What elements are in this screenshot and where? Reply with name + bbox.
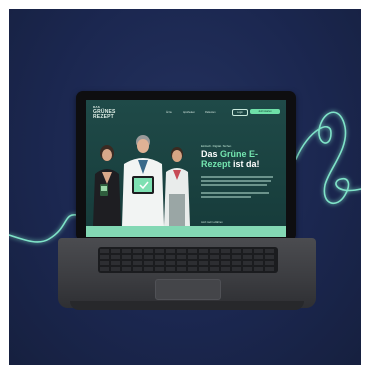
hero-text-line: [201, 192, 269, 194]
headline-pre: Das: [201, 149, 221, 159]
login-button[interactable]: Login: [232, 109, 248, 116]
key-row: [100, 249, 276, 253]
hero-text-line: [201, 180, 271, 182]
laptop-screen: DAS GRÜNES REZEPT Ärzte Apotheken Patien…: [86, 100, 286, 237]
hero-cta-link[interactable]: Jetzt mehr erfahren: [201, 221, 223, 224]
nav-link-patienten[interactable]: Patienten: [205, 111, 216, 114]
nav-link-aerzte[interactable]: Ärzte: [166, 111, 172, 114]
site-navbar: DAS GRÜNES REZEPT Ärzte Apotheken Patien…: [86, 100, 286, 126]
person-pharmacist-left: [93, 145, 121, 226]
nav-link-apotheken[interactable]: Apotheken: [183, 111, 195, 114]
person-doctor-center: [122, 135, 164, 226]
site-logo[interactable]: DAS GRÜNES REZEPT: [93, 105, 116, 120]
headline-post: ist da!: [230, 159, 260, 169]
person-nurse-right: [164, 147, 190, 226]
hero-eyebrow: Einfach. Digital. Sicher.: [201, 144, 232, 148]
hero-text-line: [201, 176, 273, 178]
start-button[interactable]: Jetzt starten: [250, 109, 280, 114]
laptop-base-front: [70, 301, 304, 310]
product-image: DAS GRÜNES REZEPT Ärzte Apotheken Patien…: [0, 0, 371, 374]
key-row: [100, 267, 276, 271]
key-row: [100, 255, 276, 259]
hero-headline: Das Grüne E-Rezept ist da!: [201, 149, 281, 169]
key-row: [100, 261, 276, 265]
site-footer-band: [86, 226, 286, 237]
hero-text-line: [201, 196, 251, 198]
logo-line-3: REZEPT: [93, 114, 114, 120]
laptop-trackpad: [155, 279, 221, 300]
hero-text-line: [201, 184, 267, 186]
